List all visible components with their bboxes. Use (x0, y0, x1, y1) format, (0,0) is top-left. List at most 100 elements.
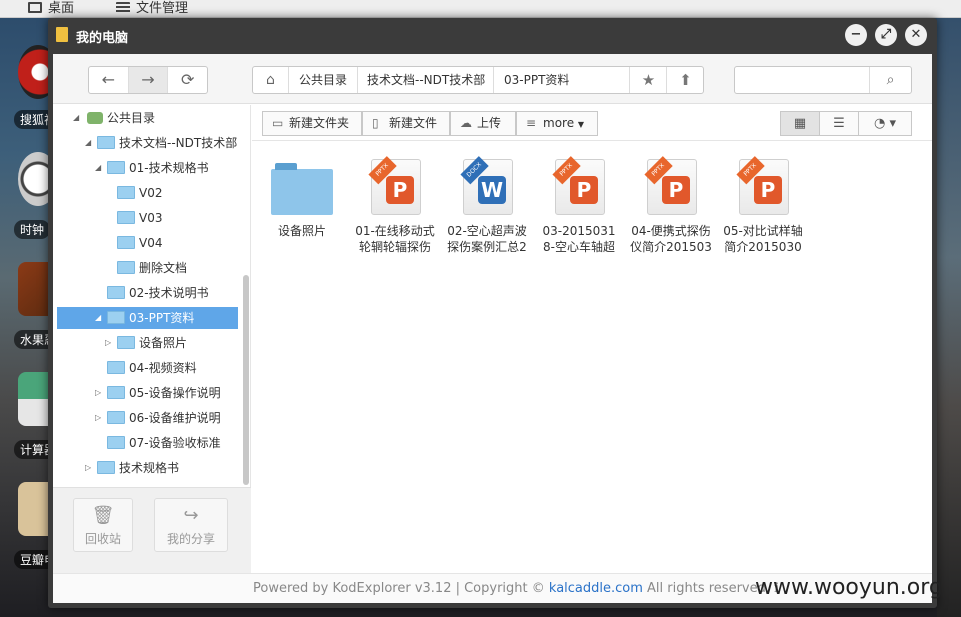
grid-view-button[interactable]: ▦ (780, 111, 820, 136)
tree-node-label: 删除文档 (139, 261, 188, 275)
file-name: 05-对比试样轴 简介2015030 (723, 224, 803, 254)
tree-node-v04[interactable]: V04 (53, 232, 238, 254)
dashboard-icon: ◔ ▾ (873, 116, 896, 131)
window-titlebar[interactable]: 我的电脑 − ⤢ ✕ (48, 18, 937, 52)
file-name: 设备照片 (277, 224, 326, 238)
search-icon[interactable]: ⌕ (869, 67, 911, 93)
expand-arrow-icon[interactable]: ◢ (73, 107, 83, 129)
folder-tree: ◢ 公共目录 ◢ 技术文档--NDT技术部 ◢ 01-技术规格书 V02 V03… (53, 105, 243, 485)
expand-arrow-icon[interactable]: ▷ (95, 382, 105, 404)
breadcrumb-ppt[interactable]: 03-PPT资料 (504, 67, 569, 93)
breadcrumb-ndt[interactable]: 技术文档--NDT技术部 (367, 67, 485, 93)
taskbar: 桌面 文件管理 (0, 0, 961, 18)
window-body: ← → ⟳ ⌂ 公共目录 技术文档--NDT技术部 03-PPT资料 ★ ⬆ ⌕ (53, 54, 932, 603)
tree-node-maintenance[interactable]: ▷ 06-设备维护说明 (53, 407, 238, 429)
search-input[interactable] (739, 70, 865, 90)
expand-arrow-icon[interactable]: ◢ (95, 157, 105, 179)
desktop-wallpaper (937, 18, 961, 617)
tree-node-label: 公共目录 (107, 111, 156, 125)
home-icon[interactable]: ⌂ (253, 67, 289, 93)
up-arrow-icon[interactable]: ⬆ (666, 67, 703, 93)
tree-node-label: V03 (139, 211, 163, 225)
tree-node-spec-book[interactable]: ▷ 技术规格书 (53, 457, 238, 479)
address-bar: ⌂ 公共目录 技术文档--NDT技术部 03-PPT资料 ★ ⬆ (252, 66, 704, 94)
tree-node-photos[interactable]: ▷ 设备照片 (53, 332, 238, 354)
footer-link[interactable]: kalcaddle.com (549, 581, 643, 596)
tree-node-v02[interactable]: V02 (53, 182, 238, 204)
tree-node-label: 07-设备验收标准 (129, 436, 221, 450)
upload-label: 上传 (477, 116, 502, 130)
folder-icon (117, 186, 135, 199)
my-share-label: 我的分享 (166, 532, 215, 546)
close-button[interactable]: ✕ (905, 24, 927, 46)
pptx-icon: PPTX P (643, 156, 699, 215)
recycle-bin-label: 回收站 (84, 532, 121, 546)
folder-icon (97, 461, 115, 474)
upload-button[interactable]: ☁ 上传 (450, 111, 516, 136)
sidebar-scrollbar[interactable] (243, 275, 249, 485)
tree-node-public[interactable]: ◢ 公共目录 (53, 107, 238, 129)
tree-node-ppt[interactable]: ◢ 03-PPT资料 (57, 307, 238, 329)
tree-node-label: 04-视频资料 (129, 361, 197, 375)
folder-icon (117, 211, 135, 224)
expand-arrow-icon[interactable]: ◢ (85, 132, 95, 154)
tree-node-label: V02 (139, 186, 163, 200)
caret-down-icon: ▼ (577, 120, 585, 129)
expand-arrow-icon[interactable]: ▷ (105, 332, 115, 354)
view-settings-dropdown[interactable]: ◔ ▾ (858, 111, 912, 136)
tree-node-label: 05-设备操作说明 (129, 386, 221, 400)
tree-node-operation[interactable]: ▷ 05-设备操作说明 (53, 382, 238, 404)
refresh-button[interactable]: ⟳ (168, 67, 207, 93)
back-button[interactable]: ← (89, 67, 129, 93)
maximize-button[interactable]: ⤢ (875, 24, 897, 46)
pptx-icon: PPTX P (735, 156, 791, 215)
file-grid: 设备照片 PPTX P 01-在线移动式 轮辋轮辐探伤 DOCX W 02-空心超声… (252, 141, 932, 573)
more-dropdown[interactable]: ≡ more ▼ (516, 111, 598, 136)
tree-node-label: 技术文档--NDT技术部 (119, 136, 238, 150)
watermark: www.wooyun.org (755, 575, 943, 600)
expand-arrow-icon[interactable]: ◢ (95, 307, 105, 329)
taskbar-tab-desktop[interactable]: 桌面 (20, 0, 74, 18)
minimize-button[interactable]: − (845, 24, 867, 46)
folder-icon (107, 411, 125, 424)
tree-node-ndt[interactable]: ◢ 技术文档--NDT技术部 (53, 132, 238, 154)
desktop-label-clock[interactable]: 时钟 (14, 220, 51, 239)
share-icon: ↪ (183, 505, 199, 526)
new-file-button[interactable]: ▯ 新建文件 (362, 111, 450, 136)
monitor-icon (28, 2, 42, 13)
tree-node-label: V04 (139, 236, 163, 250)
recycle-bin-button[interactable]: 🗑 回收站 (73, 498, 133, 552)
expand-arrow-icon[interactable]: ▷ (95, 407, 105, 429)
folder-icon (56, 27, 68, 42)
forward-button[interactable]: → (128, 67, 169, 93)
tree-node-spec[interactable]: ◢ 01-技术规格书 (53, 157, 238, 179)
tree-node-manual[interactable]: 02-技术说明书 (53, 282, 238, 304)
grid-icon: ▦ (793, 116, 807, 131)
new-folder-button[interactable]: ▭ 新建文件夹 (262, 111, 362, 136)
breadcrumb-public[interactable]: 公共目录 (299, 67, 347, 93)
file-name: 01-在线移动式 轮辋轮辐探伤 (355, 224, 435, 254)
tree-node-label: 01-技术规格书 (129, 161, 209, 175)
tree-node-acceptance[interactable]: 07-设备验收标准 (53, 432, 238, 454)
folder-icon (107, 311, 125, 324)
action-bar: ▭ 新建文件夹 ▯ 新建文件 ☁ 上传 ≡ more ▼ ▦ ☰ ◔ ▾ (252, 105, 932, 141)
tree-node-v03[interactable]: V03 (53, 207, 238, 229)
my-share-button[interactable]: ↪ 我的分享 (154, 498, 228, 552)
tree-node-deleted[interactable]: 删除文档 (53, 257, 238, 279)
star-icon[interactable]: ★ (629, 67, 667, 93)
tree-node-label: 设备照片 (139, 336, 188, 350)
tree-node-label: 06-设备维护说明 (129, 411, 221, 425)
footer-prefix: Powered by KodExplorer v3.12 | Copyright… (253, 581, 549, 596)
expand-arrow-icon[interactable]: ▷ (85, 457, 95, 479)
taskbar-tab-label: 桌面 (48, 1, 75, 16)
trash-icon: 🗑 (91, 505, 115, 526)
list-icon: ≡ (526, 116, 537, 130)
folder-icon (271, 159, 333, 215)
list-view-button[interactable]: ☰ (819, 111, 859, 136)
tree-node-video[interactable]: 04-视频资料 (53, 357, 238, 379)
taskbar-tab-label: 文件管理 (136, 1, 189, 16)
folder-icon (117, 261, 135, 274)
taskbar-tab-file-manager[interactable]: 文件管理 (108, 0, 188, 18)
folder-icon (107, 386, 125, 399)
footer-suffix: All rights reserved. (642, 581, 770, 596)
